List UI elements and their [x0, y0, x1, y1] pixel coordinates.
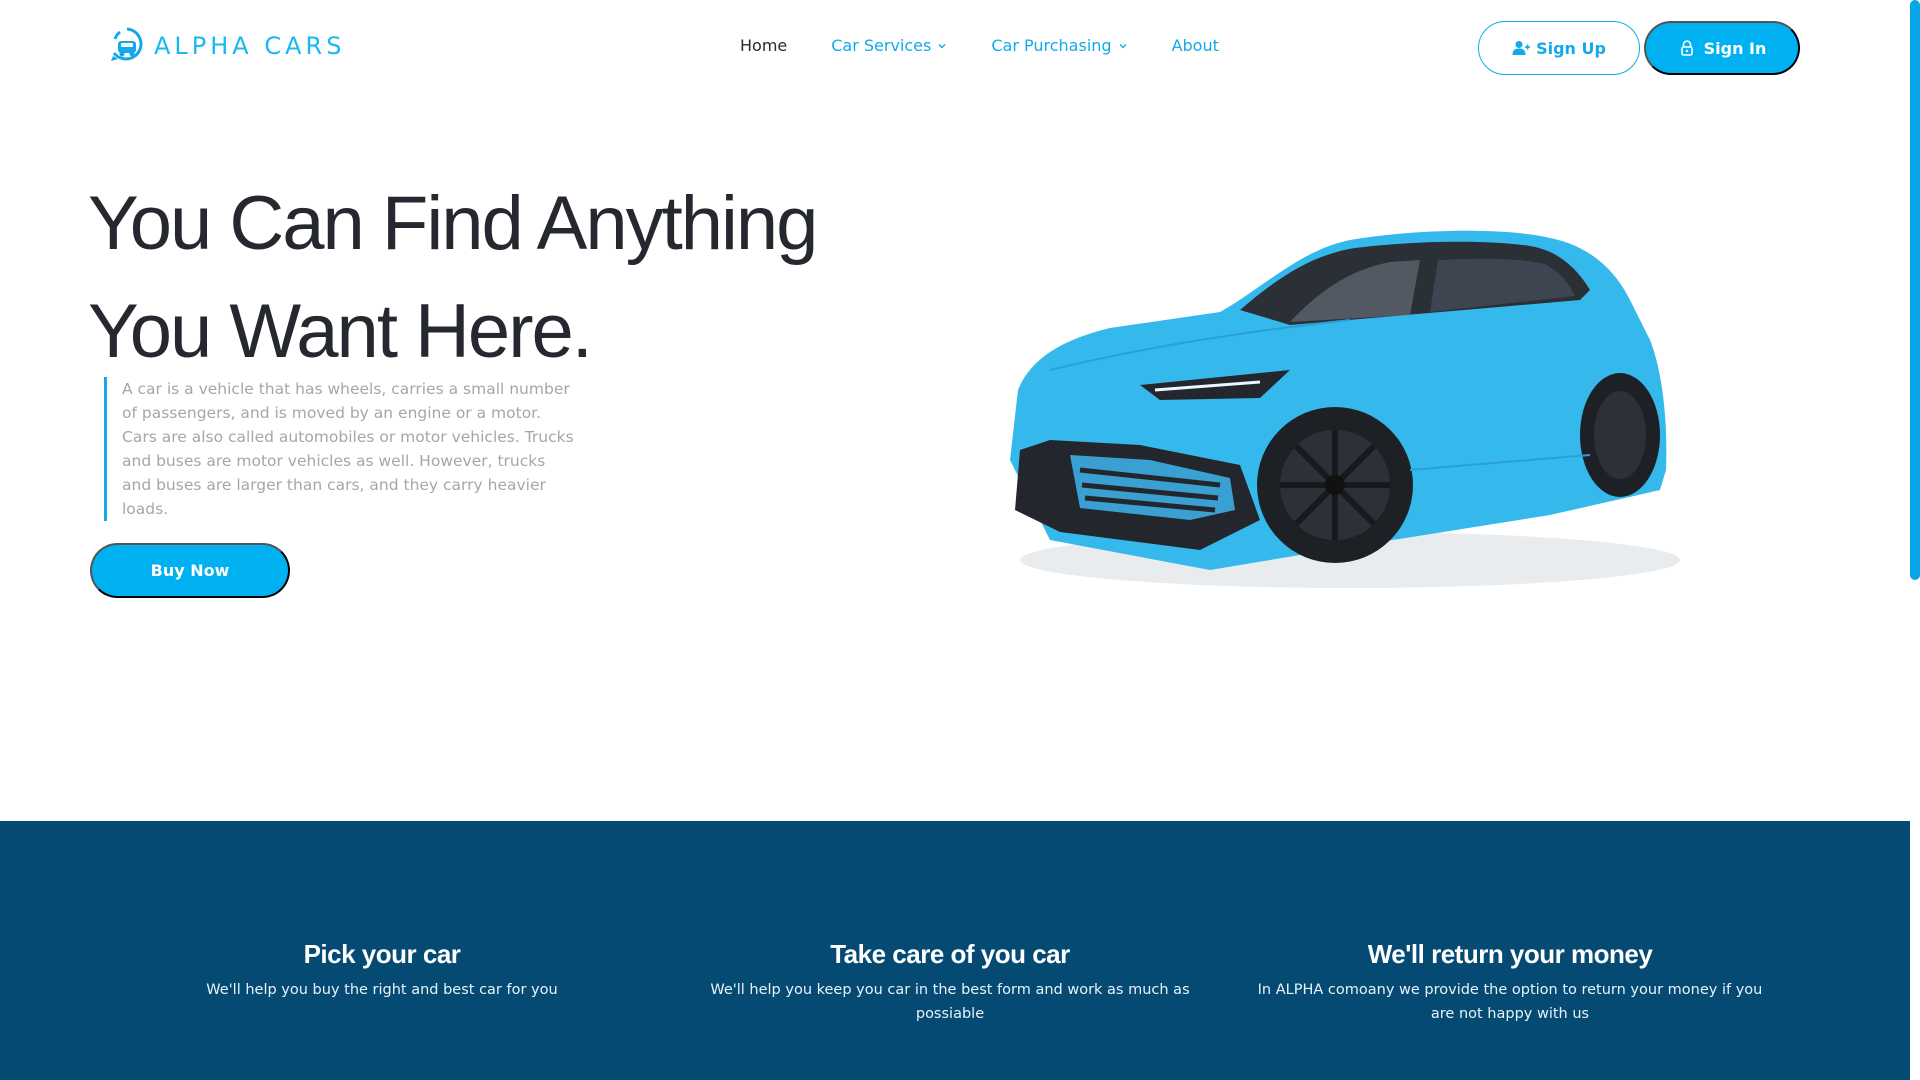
- feature-title: Take care of you car: [830, 939, 1070, 969]
- page-scrollbar[interactable]: [1910, 0, 1920, 1080]
- nav-car-purchasing[interactable]: Car Purchasing: [991, 36, 1127, 55]
- hero-title: You Can Find Anything You Want Here.: [88, 170, 848, 386]
- feature-text: We'll help you keep you car in the best …: [710, 982, 1190, 1022]
- sign-in-label: Sign In: [1703, 38, 1767, 58]
- nav-about-label: About: [1171, 36, 1219, 55]
- buy-now-button[interactable]: Buy Now: [90, 543, 290, 598]
- feature-return-money: We'll return your money In ALPHA comoany…: [1245, 939, 1775, 1026]
- nav-home-label: Home: [740, 36, 788, 55]
- hero-title-line-1: You Can Find Anything: [88, 181, 818, 266]
- feature-title: We'll return your money: [1367, 939, 1653, 969]
- nav-car-services-label: Car Services: [831, 36, 932, 55]
- suv-car-image: [1010, 230, 1680, 588]
- nav-car-services[interactable]: Car Services: [831, 36, 947, 55]
- hero-description: A car is a vehicle that has wheels, carr…: [104, 377, 576, 521]
- scrollbar-thumb[interactable]: [1910, 0, 1920, 580]
- brand-name: ALPHA CARS: [154, 32, 346, 60]
- main-menu: Home Car Services Car Purchasing About: [740, 36, 1219, 55]
- car-badge-icon: [111, 27, 143, 61]
- feature-text: We'll help you buy the right and best ca…: [206, 982, 558, 998]
- user-plus-icon: [1512, 41, 1531, 55]
- lock-icon: [1680, 40, 1693, 56]
- nav-car-purchasing-label: Car Purchasing: [991, 36, 1112, 55]
- top-navigation: ALPHA CARS Home Car Services Car Purchas…: [0, 0, 1910, 96]
- chevron-down-icon: [1119, 43, 1127, 48]
- nav-home[interactable]: Home: [740, 36, 787, 55]
- brand-logo-link[interactable]: ALPHA CARS: [110, 26, 345, 66]
- hero-title-line-2: You Want Here.: [88, 289, 593, 374]
- feature-text: In ALPHA comoany we provide the option t…: [1257, 982, 1763, 1022]
- sign-up-label: Sign Up: [1536, 38, 1606, 58]
- buy-now-label: Buy Now: [150, 561, 230, 580]
- feature-pick-car: Pick your car We'll help you buy the rig…: [182, 939, 582, 1002]
- nav-about[interactable]: About: [1172, 36, 1219, 55]
- features-band: Pick your car We'll help you buy the rig…: [0, 821, 1910, 1080]
- chevron-down-icon: [938, 43, 946, 48]
- sign-up-button[interactable]: Sign Up: [1478, 21, 1640, 75]
- feature-take-care: Take care of you car We'll help you keep…: [690, 939, 1210, 1026]
- feature-title: Pick your car: [303, 939, 461, 969]
- sign-in-button[interactable]: Sign In: [1644, 21, 1800, 75]
